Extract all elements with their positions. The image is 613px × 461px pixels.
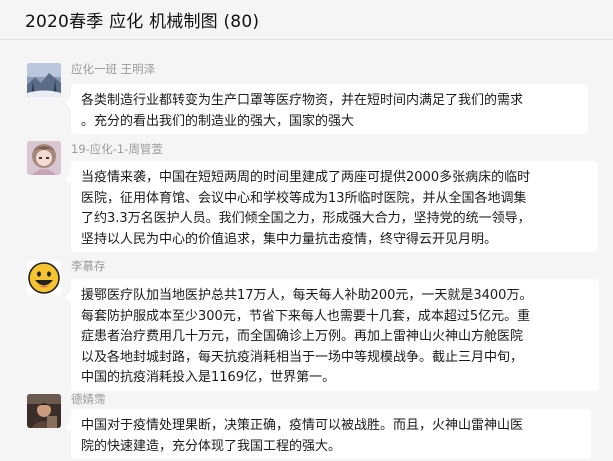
message-text-line: 医院，征用体育馆、会议中心和学校等成为13所临时医院，并从全国各地调集 bbox=[81, 190, 527, 206]
message-bubble[interactable]: 中国对于疫情处理果断，决策正确，疫情可以被战胜。而且，火神山雷神山医 院的快速建… bbox=[65, 409, 591, 459]
message-text-line: 症患者治疗费用几十万元，而全国确诊上万例。再加上雷神山火神山方舱医院 bbox=[81, 329, 524, 344]
dark-portrait-avatar[interactable] bbox=[27, 394, 61, 428]
message-text-line: 中国的抗疫消耗投入是1169亿，世界第一。 bbox=[81, 370, 336, 385]
message-bubble[interactable]: 援鄂医疗队加当地医护总共17万人，每天每人补助200元，一天就是3400万。 每… bbox=[65, 279, 599, 391]
snowy-winter-avatar[interactable] bbox=[27, 63, 61, 97]
group-chat-title: 2020春季 应化 机械制图 (80) bbox=[25, 12, 260, 32]
smiley-face-avatar[interactable] bbox=[27, 261, 61, 295]
message-text-line: 各类制造行业都转变为生产口罩等医疗物资，并在短时间内满足了我们的需求 bbox=[81, 93, 524, 108]
sender-name: 德婧霈 bbox=[71, 392, 106, 406]
message-bubble[interactable]: 当疫情来袭，中国在短短两周的时间里建成了两座可提供2000多张病床的临时 医院，… bbox=[65, 161, 598, 252]
message-text-line: 以及各地封城封路，每天抗疫消耗相当于一场中等规模战争。截止三月中旬， bbox=[81, 349, 524, 365]
message-text-line: 。充分的看出我们的制造业的强大，国家的强大 bbox=[81, 113, 355, 129]
message-text-line: 中国对于疫情处理果断，决策正确，疫情可以被战胜。而且，火神山雷神山医 bbox=[81, 418, 524, 433]
sender-name: 应化一班 王明泽 bbox=[71, 62, 156, 76]
sender-name: 19-应化-1-周管萱 bbox=[71, 142, 163, 156]
message-text-line: 坚持以人民为中心的价值追求，集中力量抗击疫情，终守得云开见月明。 bbox=[81, 231, 498, 247]
message-text-line: 援鄂医疗队加当地医护总共17万人，每天每人补助200元，一天就是3400万。 bbox=[81, 288, 533, 303]
chat-title-bar: 2020春季 应化 机械制图 (80) bbox=[0, 0, 613, 40]
message-text-line: 当疫情来袭，中国在短短两周的时间里建成了两座可提供2000多张病床的临时 bbox=[81, 170, 531, 185]
message-text-line: 每套防护服成本至少300元，节省下来每人也需要十几套，成本超过5亿元。重 bbox=[81, 308, 531, 324]
sender-name: 李慕存 bbox=[71, 259, 106, 273]
message-text-line: 院的快速建造，充分体现了我国工程的强大。 bbox=[81, 438, 342, 454]
message-text-line: 了约3.3万名医护人员。我们倾全国之力，形成强大合力，坚持党的统一领导， bbox=[81, 211, 531, 226]
message-bubble[interactable]: 各类制造行业都转变为生产口罩等医疗物资，并在短时间内满足了我们的需求 。充分的看… bbox=[65, 84, 588, 134]
anime-girl-avatar[interactable] bbox=[27, 141, 61, 175]
